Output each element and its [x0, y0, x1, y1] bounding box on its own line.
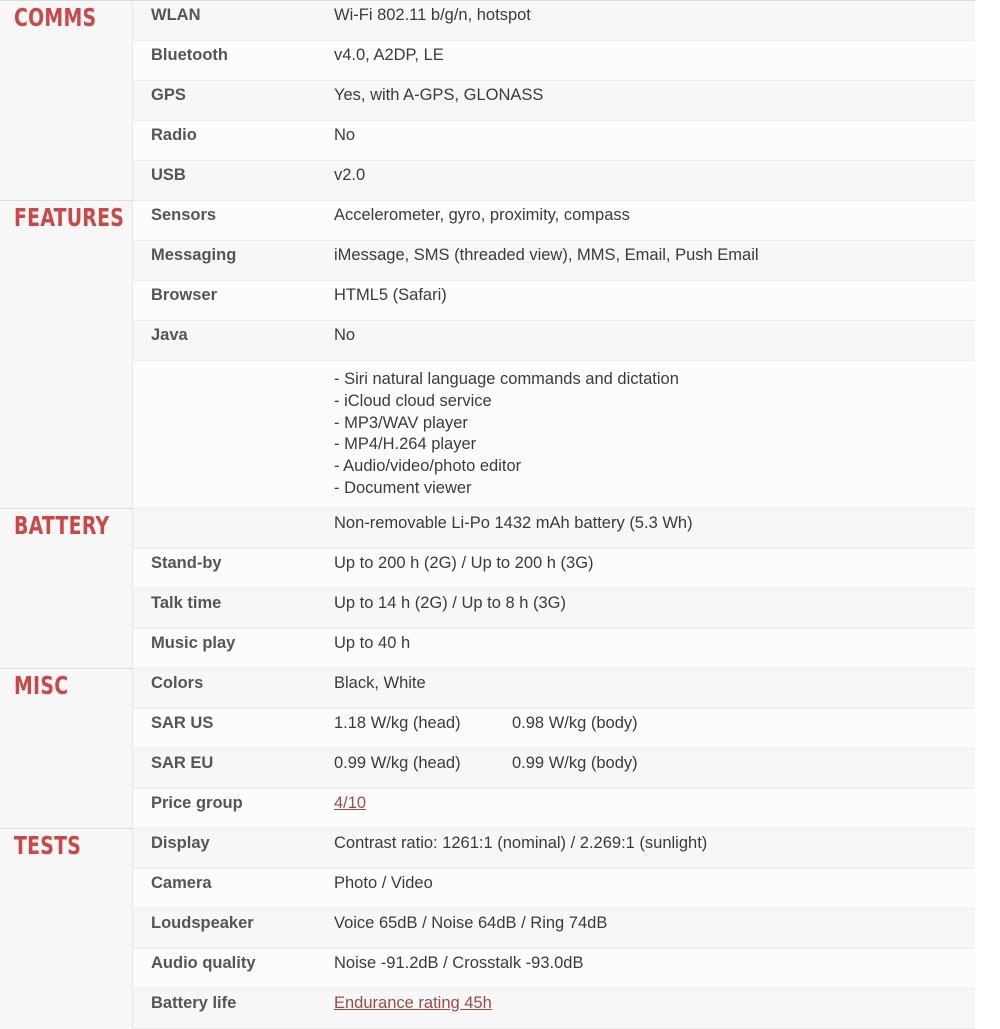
- spec-table-body: COMMS WLAN Wi-Fi 802.11 b/g/n, hotspot Blue…: [0, 0, 975, 1029]
- spec-row: Bluetooth v4.0, A2DP, LE: [0, 40, 975, 81]
- section-header-cell-tests: TESTS: [0, 827, 133, 1029]
- spec-value: 1.18 W/kg (head) 0.98 W/kg (body): [316, 708, 975, 749]
- section-header-cell-features: FEATURES: [0, 200, 133, 509]
- spec-value: Yes, with A-GPS, GLONASS: [316, 80, 975, 121]
- spec-value: Non-removable Li-Po 1432 mAh battery (5.…: [316, 507, 975, 549]
- spec-row: Java No: [0, 320, 975, 361]
- spec-row: Audio quality Noise -91.2dB / Crosstalk -…: [0, 948, 975, 989]
- spec-label: SAR US: [132, 708, 316, 749]
- spec-row: Price group 4/10: [0, 788, 975, 829]
- spec-label: SAR EU: [132, 748, 316, 789]
- sar-head-value: 0.99 W/kg (head): [334, 753, 461, 772]
- phone-specifications-table: COMMS WLAN Wi-Fi 802.11 b/g/n, hotspot Blue…: [0, 0, 975, 1029]
- spec-label: Colors: [132, 667, 316, 709]
- spec-value-feature-list: - Siri natural language commands and dic…: [316, 360, 975, 509]
- spec-row: Browser HTML5 (Safari): [0, 280, 975, 321]
- spec-row: Stand-by Up to 200 h (2G) / Up to 200 h (…: [0, 548, 975, 589]
- spec-label: Sensors: [132, 200, 316, 241]
- spec-value: Up to 14 h (2G) / Up to 8 h (3G): [316, 588, 975, 629]
- spec-row: TESTS Display Contrast ratio: 1261:1 (nomi…: [0, 827, 975, 1029]
- sar-head-value: 1.18 W/kg (head): [334, 713, 461, 732]
- spec-row: SAR EU 0.99 W/kg (head) 0.99 W/kg (body): [0, 748, 975, 789]
- section-header-cell-battery: BATTERY: [0, 507, 133, 669]
- spec-label: Battery life: [132, 988, 316, 1029]
- spec-row: Talk time Up to 14 h (2G) / Up to 8 h (3G…: [0, 588, 975, 629]
- spec-label: GPS: [132, 80, 316, 121]
- spec-label: Audio quality: [132, 948, 316, 989]
- spec-row: MISC Colors Black, White: [0, 667, 975, 829]
- spec-row: COMMS WLAN Wi-Fi 802.11 b/g/n, hotspot: [0, 0, 975, 201]
- spec-label: WLAN: [132, 0, 316, 41]
- spec-row: BATTERY Non-removable Li-Po 1432 mAh batt…: [0, 507, 975, 669]
- spec-label-empty: [132, 360, 316, 509]
- spec-row: FEATURES Sensors Accelerometer, gyro, prox…: [0, 200, 975, 509]
- spec-value: Up to 200 h (2G) / Up to 200 h (3G): [316, 548, 975, 589]
- spec-label: Messaging: [132, 240, 316, 281]
- spec-value: Photo / Video: [316, 868, 975, 909]
- spec-label: Browser: [132, 280, 316, 321]
- spec-value-link[interactable]: 4/10: [334, 794, 366, 812]
- section-header-cell-misc: MISC: [0, 667, 133, 829]
- spec-label-empty: [132, 507, 316, 549]
- spec-row: Battery life Endurance rating 45h: [0, 988, 975, 1029]
- spec-value: Wi-Fi 802.11 b/g/n, hotspot: [316, 0, 975, 41]
- spec-value: Up to 40 h: [316, 628, 975, 669]
- spec-value: Voice 65dB / Noise 64dB / Ring 74dB: [316, 908, 975, 949]
- spec-row: Music play Up to 40 h: [0, 628, 975, 669]
- spec-label: Stand-by: [132, 548, 316, 589]
- spec-value[interactable]: 4/10: [316, 788, 975, 829]
- spec-label: USB: [132, 160, 316, 201]
- spec-row: USB v2.0: [0, 160, 975, 201]
- spec-value: No: [316, 120, 975, 161]
- spec-value: No: [316, 320, 975, 361]
- section-title: MISC: [14, 670, 69, 700]
- spec-label: Java: [132, 320, 316, 361]
- section-title: BATTERY: [14, 510, 110, 540]
- spec-row: GPS Yes, with A-GPS, GLONASS: [0, 80, 975, 121]
- spec-label: Bluetooth: [132, 40, 316, 81]
- section-title: FEATURES: [14, 203, 125, 232]
- spec-value: Accelerometer, gyro, proximity, compass: [316, 200, 975, 241]
- spec-label: Display: [132, 827, 316, 869]
- spec-row: Loudspeaker Voice 65dB / Noise 64dB / Rin…: [0, 908, 975, 949]
- section-header-cell-comms: COMMS: [0, 0, 133, 201]
- spec-label: Talk time: [132, 588, 316, 629]
- spec-label: Price group: [132, 788, 316, 829]
- spec-value: Contrast ratio: 1261:1 (nominal) / 2.269…: [316, 827, 975, 869]
- spec-value: v4.0, A2DP, LE: [316, 40, 975, 81]
- spec-value: v2.0: [316, 160, 975, 201]
- spec-row: Camera Photo / Video: [0, 868, 975, 909]
- spec-row: Messaging iMessage, SMS (threaded view), …: [0, 240, 975, 281]
- spec-row: Radio No: [0, 120, 975, 161]
- spec-value: Black, White: [316, 667, 975, 709]
- spec-label: Camera: [132, 868, 316, 909]
- sar-body-value: 0.99 W/kg (body): [512, 753, 638, 772]
- spec-label: Music play: [132, 628, 316, 669]
- spec-row: - Siri natural language commands and dic…: [0, 360, 975, 509]
- spec-label: Loudspeaker: [132, 908, 316, 949]
- spec-value: 0.99 W/kg (head) 0.99 W/kg (body): [316, 748, 975, 789]
- sar-body-value: 0.98 W/kg (body): [512, 713, 638, 732]
- spec-value: Noise -91.2dB / Crosstalk -93.0dB: [316, 948, 975, 989]
- spec-row: SAR US 1.18 W/kg (head) 0.98 W/kg (body): [0, 708, 975, 749]
- spec-value: HTML5 (Safari): [316, 280, 975, 321]
- section-title: COMMS: [14, 3, 97, 32]
- spec-value[interactable]: Endurance rating 45h: [316, 988, 975, 1029]
- spec-value-link[interactable]: Endurance rating 45h: [334, 994, 492, 1012]
- spec-label: Radio: [132, 120, 316, 161]
- spec-value: iMessage, SMS (threaded view), MMS, Emai…: [316, 240, 975, 281]
- section-title: TESTS: [14, 830, 82, 860]
